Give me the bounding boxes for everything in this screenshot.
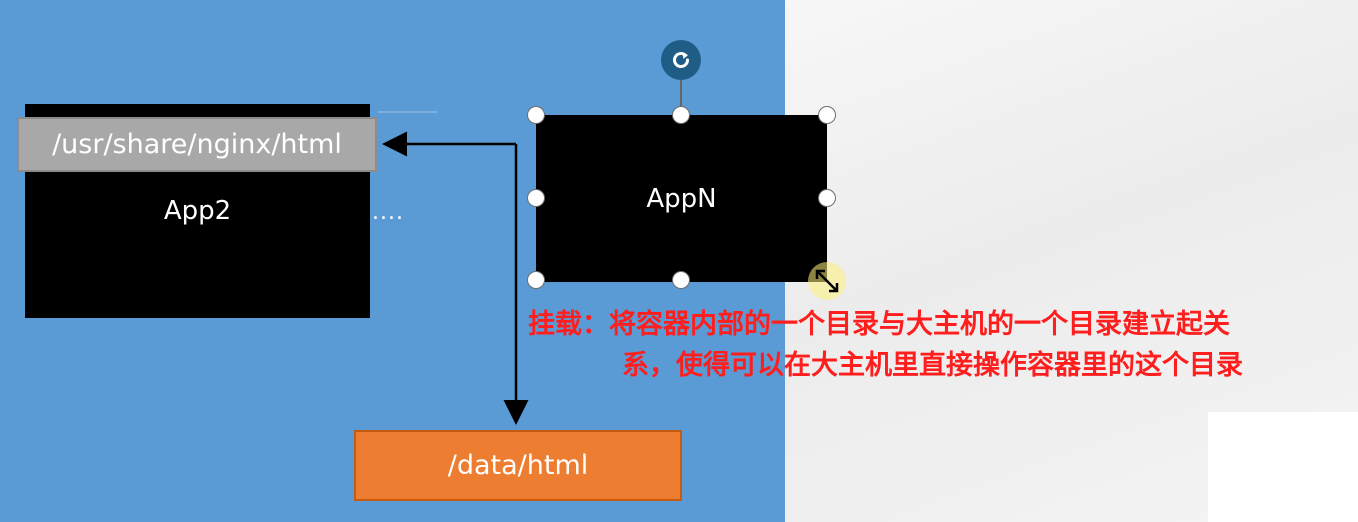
annotation-line-2: 系，使得可以在大主机里直接操作容器里的这个目录 xyxy=(622,350,1243,381)
host-path-box: /data/html xyxy=(354,430,682,501)
annotation-line-1: 挂载：将容器内部的一个目录与大主机的一个目录建立起关 xyxy=(528,309,1230,340)
